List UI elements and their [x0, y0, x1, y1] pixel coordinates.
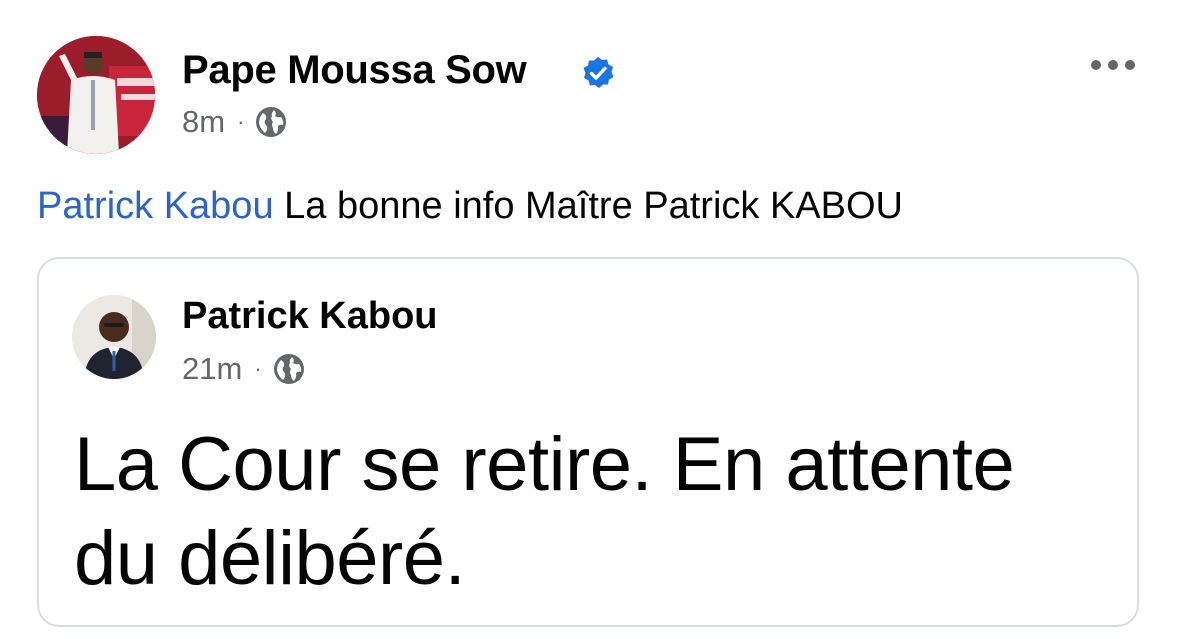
shared-post-timestamp[interactable]: 21m [182, 351, 242, 387]
author-avatar[interactable] [37, 36, 155, 154]
shared-post-meta: 21m · [182, 349, 306, 389]
post-body: La bonne info Maître Patrick KABOU [284, 185, 903, 227]
shared-post-text: La Cour se retire. En attente du délibér… [74, 422, 1015, 601]
globe-icon [256, 107, 287, 137]
globe-icon [273, 354, 304, 384]
verified-badge-icon [583, 57, 614, 88]
meta-separator: · [254, 356, 262, 381]
more-dots-icon[interactable] [1088, 56, 1138, 74]
post-text: Patrick Kabou La bonne info Maître Patri… [37, 182, 903, 230]
shared-author-avatar[interactable] [72, 295, 156, 379]
shared-author-name[interactable]: Patrick Kabou [182, 292, 438, 340]
post-author-name[interactable]: Pape Moussa Sow [182, 44, 527, 96]
post-timestamp[interactable]: 8m [182, 104, 225, 140]
mention-link[interactable]: Patrick Kabou [37, 185, 274, 227]
meta-separator: · [237, 109, 245, 134]
post-meta: 8m · [182, 102, 288, 142]
